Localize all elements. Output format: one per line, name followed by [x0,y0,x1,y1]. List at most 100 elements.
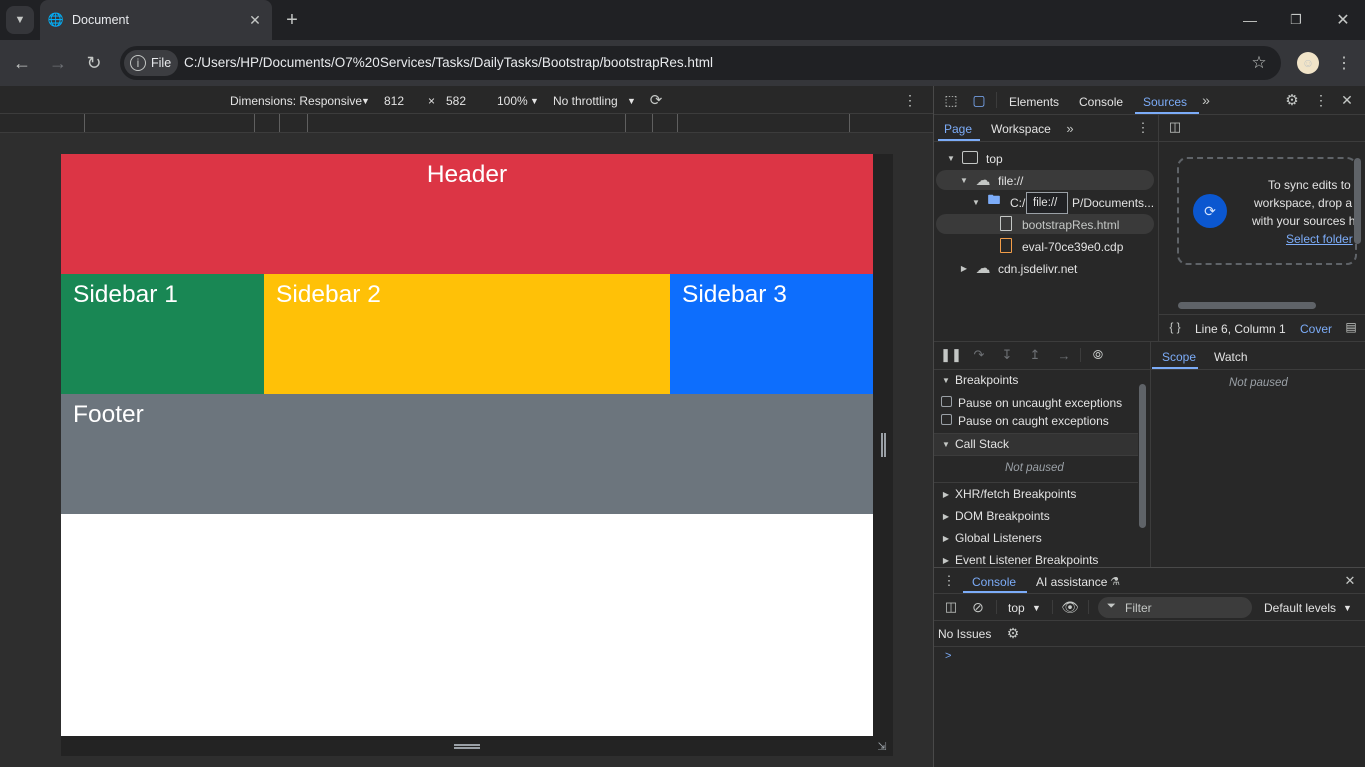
console-sidebar-icon[interactable]: ◫ [942,598,960,616]
site-info-chip[interactable]: i File [124,50,178,76]
more-tabs-icon[interactable]: » [1197,91,1215,109]
tree-file-eval[interactable]: eval-70ce39e0.cdp [1022,240,1123,254]
throttling-select[interactable]: No throttling [553,94,618,108]
close-drawer-icon[interactable]: ✕ [1342,572,1358,590]
bookmark-star-icon[interactable]: ☆ [1248,52,1270,74]
restore-icon[interactable]: ❐ [1284,8,1308,32]
tree-folder[interactable]: C:/ [1010,196,1025,210]
tab-elements[interactable]: Elements [1009,95,1059,109]
close-window-icon[interactable]: ✕ [1331,8,1355,32]
collapse-arrow-icon[interactable]: ▶ [941,532,951,544]
tab-watch[interactable]: Watch [1214,350,1248,364]
tab-console[interactable]: Console [1079,95,1123,109]
log-levels-select[interactable]: Default levels [1264,601,1336,615]
throttling-dropdown-icon[interactable]: ▼ [627,96,636,106]
width-input[interactable]: 812 [384,94,404,108]
url-text[interactable]: C:/Users/HP/Documents/O7%20Services/Task… [184,55,713,70]
step-icon[interactable]: → [1054,346,1074,364]
expand-arrow-icon[interactable]: ▼ [946,152,956,164]
resize-handle-right[interactable] [873,154,893,756]
expand-arrow-icon[interactable]: ▼ [941,438,951,450]
deactivate-breakpoints-icon[interactable]: ⦾ [1088,346,1108,364]
collapse-arrow-icon[interactable]: ▶ [959,262,969,274]
global-listeners-section[interactable]: Global Listeners [955,531,1042,545]
hint-scrollbar-horizontal[interactable] [1178,302,1316,309]
toggle-panel-icon[interactable]: ▤ [1342,319,1360,335]
collapse-arrow-icon[interactable]: ▶ [941,510,951,522]
more-navigator-icon[interactable]: » [1062,119,1078,137]
close-tab-icon[interactable]: ✕ [246,11,264,29]
settings-gear-icon[interactable]: ⚙ [1283,91,1301,109]
navigator-menu-icon[interactable]: ⋮ [1136,119,1150,137]
call-stack-section[interactable]: Call Stack [955,437,1009,451]
resize-handle-bottom[interactable]: ⇲ [61,736,893,756]
drawer-menu-icon[interactable]: ⋮ [942,572,956,590]
collapse-arrow-icon[interactable]: ▶ [941,554,951,566]
tree-file-origin[interactable]: file:// [998,174,1023,188]
event-listener-breakpoints-section[interactable]: Event Listener Breakpoints [955,553,1098,567]
console-settings-icon[interactable]: ⚙ [1004,624,1022,642]
tab-page[interactable]: Page [944,122,972,136]
step-into-icon[interactable]: ↧ [998,346,1016,364]
step-over-icon[interactable]: ↷ [970,346,988,364]
media-query-ruler[interactable] [0,114,933,133]
back-icon[interactable]: ← [10,51,34,75]
close-devtools-icon[interactable]: ✕ [1338,91,1356,109]
profile-avatar[interactable]: ☺ [1297,52,1319,74]
step-out-icon[interactable]: ↥ [1026,346,1044,364]
tab-workspace[interactable]: Workspace [991,122,1051,136]
devtools-menu-icon[interactable]: ⋮ [1312,91,1330,109]
pretty-print-icon[interactable]: { } [1166,319,1184,335]
collapse-arrow-icon[interactable]: ▶ [941,488,951,500]
filter-input[interactable]: ⏷ Filter [1098,597,1252,618]
dom-breakpoints-section[interactable]: DOM Breakpoints [955,509,1050,523]
zoom-dropdown-icon[interactable]: ▼ [530,96,539,106]
tab-search-icon[interactable]: ▼ [6,6,34,34]
breakpoints-section[interactable]: Breakpoints [955,373,1018,387]
log-levels-dropdown-icon[interactable]: ▼ [1343,603,1352,613]
dimensions-dropdown-icon[interactable]: ▼ [361,96,370,106]
browser-menu-icon[interactable]: ⋮ [1334,52,1354,74]
tree-file-bootstrapres[interactable]: bootstrapRes.html [1022,218,1119,232]
sidebar-scrollbar[interactable] [1139,384,1146,528]
height-input[interactable]: 582 [446,94,466,108]
select-folder-link[interactable]: Select folder [1286,232,1353,246]
expand-arrow-icon[interactable]: ▼ [971,196,981,208]
expand-arrow-icon[interactable]: ▼ [959,174,969,186]
dimensions-select[interactable]: Dimensions: Responsive [230,94,362,108]
tree-top[interactable]: top [986,152,1003,166]
caught-checkbox[interactable] [941,414,952,425]
context-select[interactable]: top [1008,601,1025,615]
minimize-icon[interactable]: — [1238,8,1262,32]
zoom-select[interactable]: 100% [497,94,528,108]
forward-icon[interactable]: → [46,51,70,75]
tab-sources[interactable]: Sources [1143,95,1187,109]
uncaught-checkbox[interactable] [941,396,952,407]
reload-icon[interactable]: ↻ [82,51,106,75]
expand-arrow-icon[interactable]: ▼ [941,374,951,386]
tree-cdn[interactable]: cdn.jsdelivr.net [998,262,1077,276]
xhr-breakpoints-section[interactable]: XHR/fetch Breakpoints [955,487,1076,501]
address-bar[interactable]: i File C:/Users/HP/Documents/O7%20Servic… [120,46,1281,80]
rotate-icon[interactable]: ⟳ [646,90,666,110]
browser-tab[interactable]: 🌐 Document ✕ [40,0,272,40]
resize-corner-icon[interactable]: ⇲ [875,739,889,753]
tree-folder-path[interactable]: P/Documents... [1072,196,1154,210]
eye-icon[interactable]: 👁 [1060,598,1080,616]
inspect-element-icon[interactable]: ⬚ [942,91,960,109]
new-tab-icon[interactable]: + [281,9,303,31]
toggle-sidebar-icon[interactable]: ◫ [1166,118,1184,136]
tab-scope[interactable]: Scope [1162,350,1196,364]
hint-scrollbar-vertical[interactable] [1354,158,1361,244]
drawer-tab-ai[interactable]: AI assistance [1036,575,1107,589]
device-toggle-icon[interactable]: ▢ [970,91,988,109]
pause-icon[interactable]: ❚❚ [940,346,962,364]
coverage-label[interactable]: Cover [1300,322,1332,336]
context-dropdown-icon[interactable]: ▼ [1032,603,1041,613]
drawer-tab-console[interactable]: Console [972,575,1016,589]
globe-icon: 🌐 [47,12,65,27]
device-more-icon[interactable]: ⋮ [902,90,918,110]
console-prompt[interactable]: > [945,650,951,662]
clear-console-icon[interactable]: ⊘ [969,598,987,616]
issues-count[interactable]: No Issues [938,627,991,641]
